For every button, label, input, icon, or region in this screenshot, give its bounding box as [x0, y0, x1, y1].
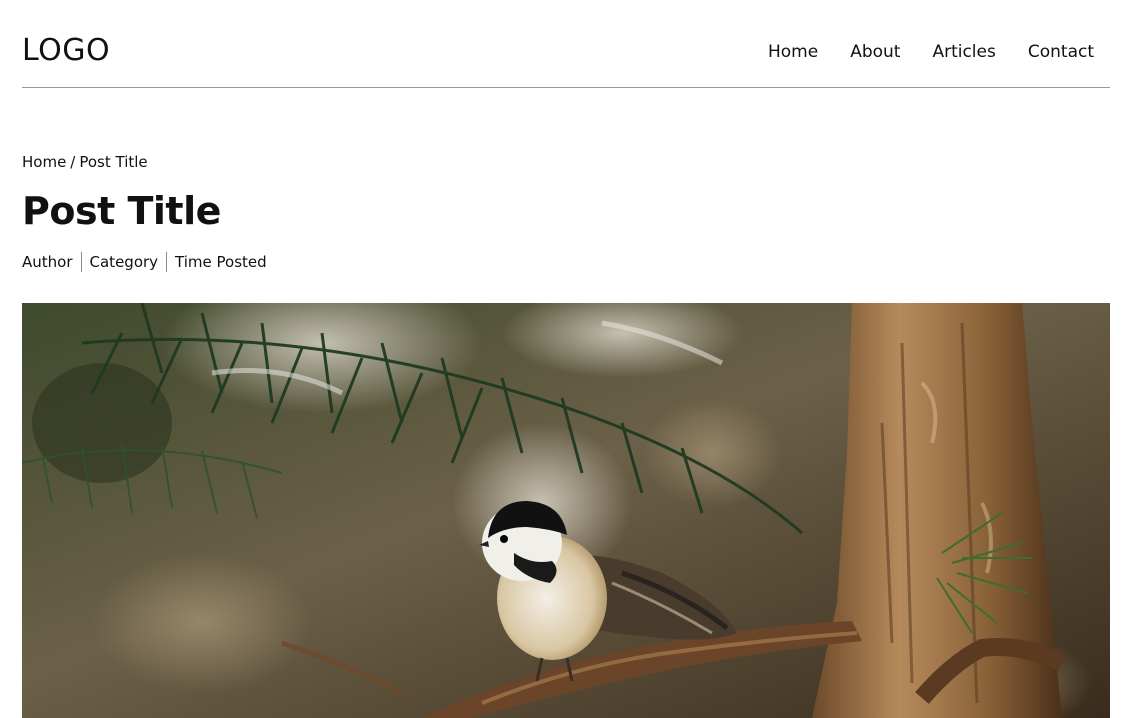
nav-about[interactable]: About: [850, 42, 900, 62]
post-time: Time Posted: [175, 253, 267, 271]
nav-contact[interactable]: Contact: [1028, 42, 1094, 62]
breadcrumb-current: Post Title: [79, 153, 148, 171]
breadcrumb-home[interactable]: Home: [22, 153, 66, 171]
breadcrumb-separator: /: [70, 153, 76, 171]
post-author[interactable]: Author: [22, 252, 81, 272]
bird-photo: [22, 303, 1110, 718]
page: LOGO Home About Articles Contact Home / …: [0, 0, 1130, 718]
breadcrumb: Home / Post Title: [22, 153, 148, 171]
post-meta: Author Category Time Posted: [22, 252, 275, 272]
main-nav: Home About Articles Contact: [768, 42, 1094, 62]
post-category[interactable]: Category: [82, 252, 167, 272]
nav-articles[interactable]: Articles: [932, 42, 995, 62]
hero-image: [22, 303, 1110, 718]
site-header: LOGO Home About Articles Contact: [22, 0, 1110, 88]
logo[interactable]: LOGO: [22, 33, 110, 69]
nav-home[interactable]: Home: [768, 42, 818, 62]
page-title: Post Title: [22, 189, 221, 233]
